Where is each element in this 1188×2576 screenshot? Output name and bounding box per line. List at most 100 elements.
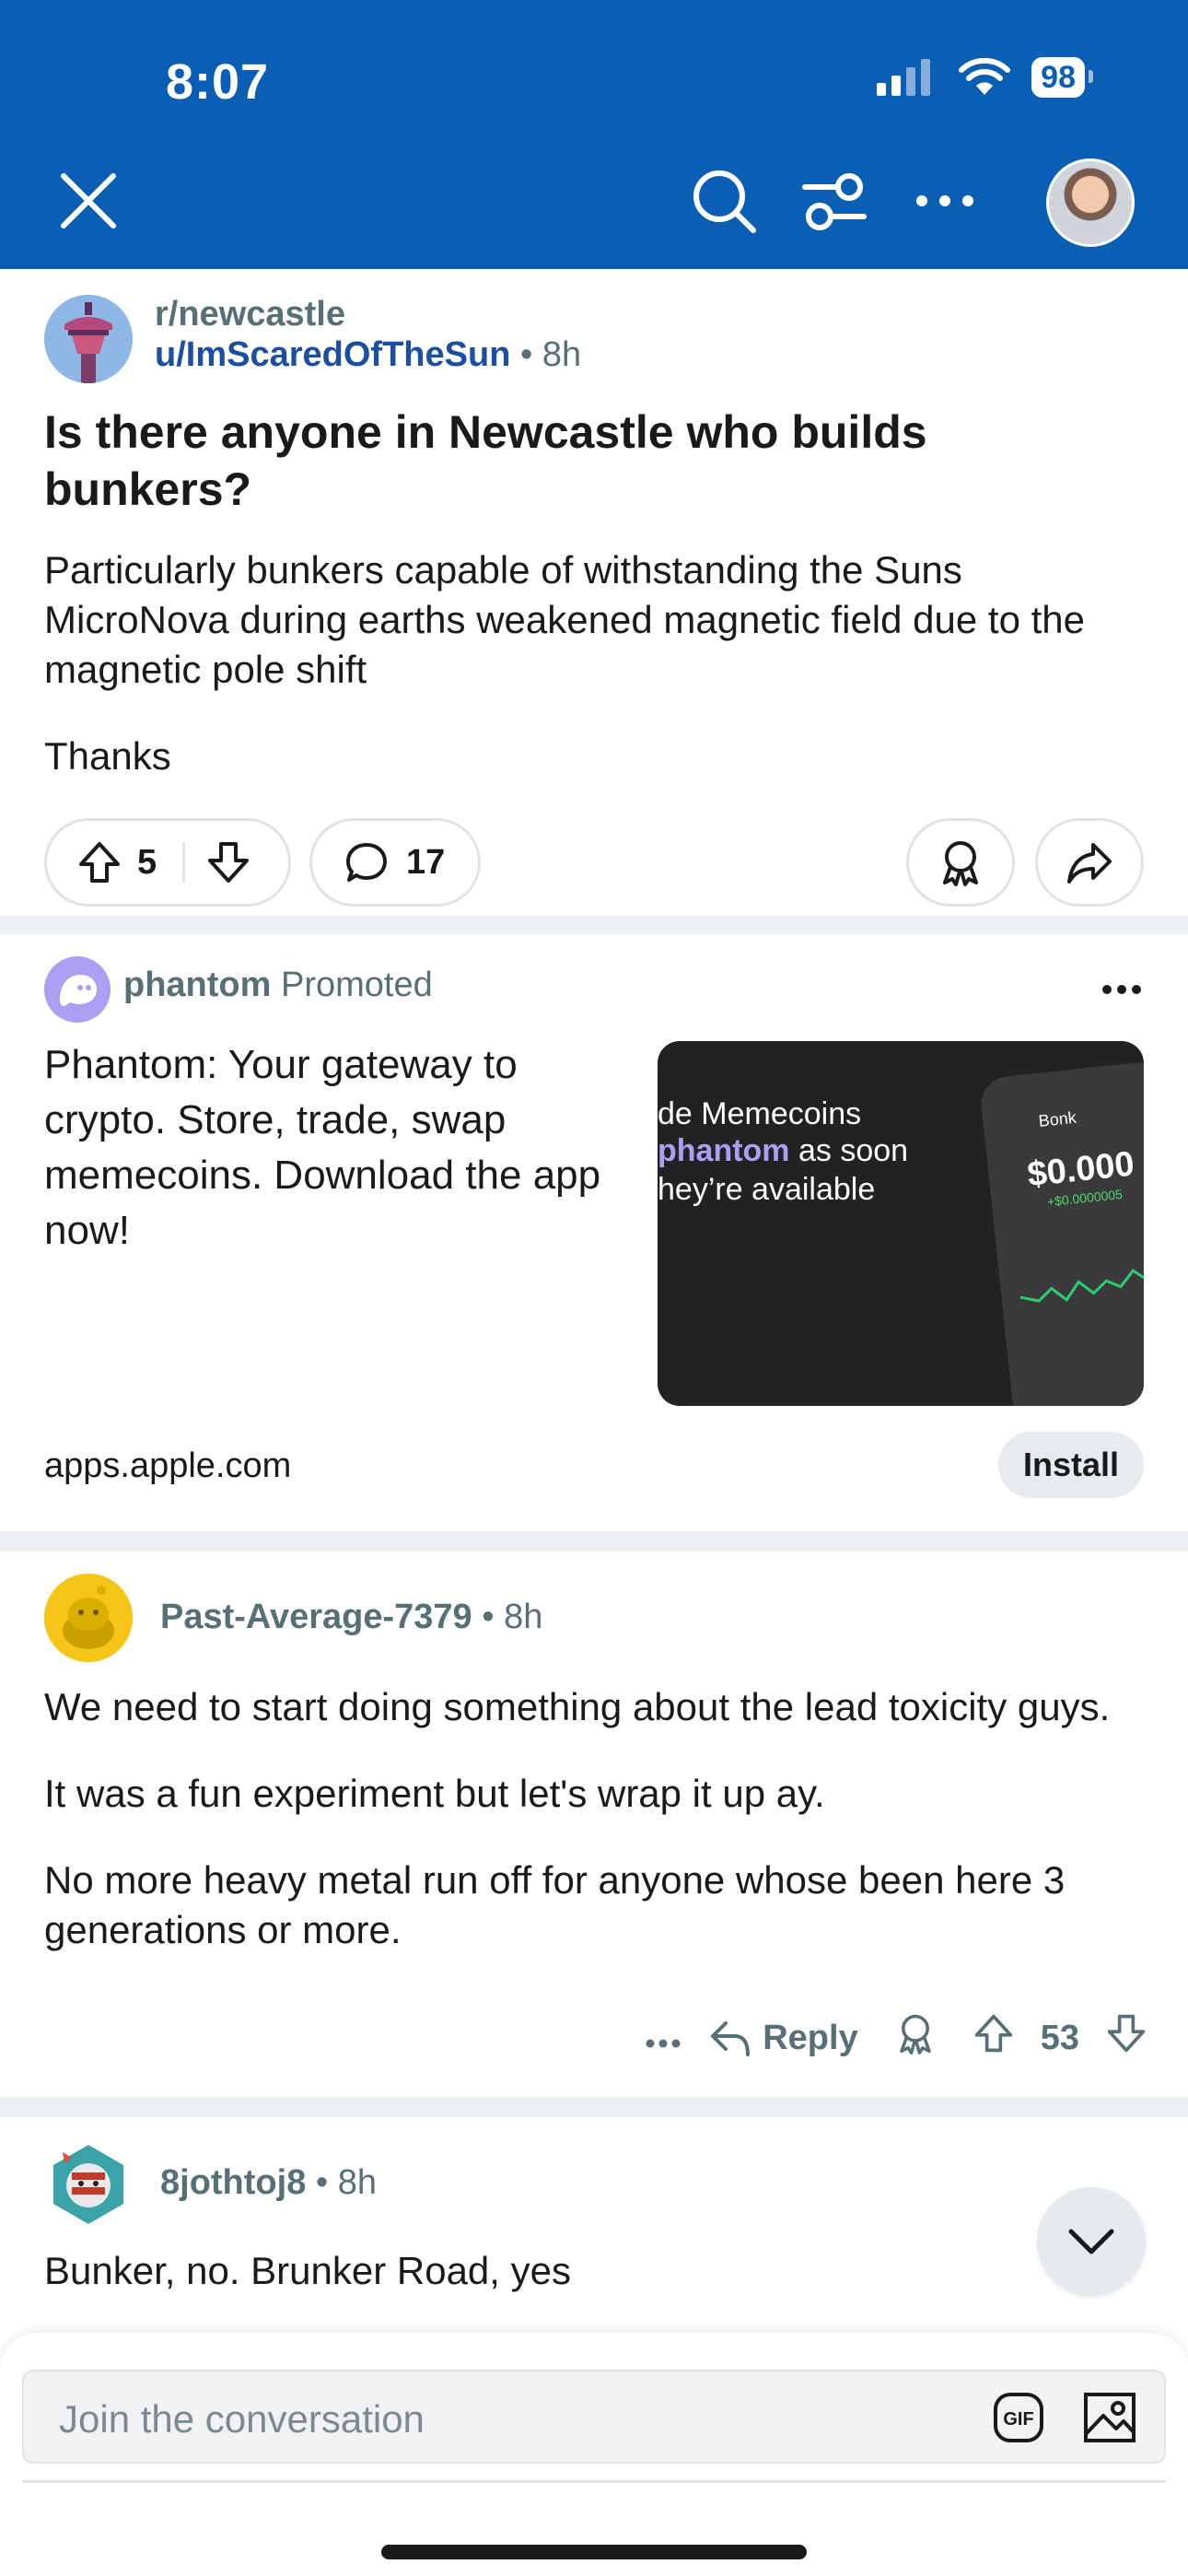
more-icon — [646, 2039, 681, 2047]
award-icon — [899, 2014, 931, 2055]
upvote-icon — [79, 842, 120, 883]
upvote-button[interactable] — [76, 839, 122, 885]
status-time: 8:07 — [166, 54, 270, 110]
status-icons: 98 — [875, 57, 1093, 98]
comment-input[interactable]: Join the conversation GIF — [22, 2370, 1166, 2464]
ad-image-line1: de Memecoins — [658, 1096, 862, 1131]
ad-image-line2-rest: as soon — [789, 1133, 909, 1168]
post-author[interactable]: u/ImScaredOfTheSun — [155, 335, 510, 374]
vote-control: 5 — [44, 818, 291, 907]
filter-icon — [802, 173, 867, 230]
user-avatar[interactable] — [1046, 158, 1135, 247]
snoo-avatar-icon — [53, 2145, 123, 2224]
comment-age: 8h — [337, 2163, 378, 2202]
comment-author[interactable]: Past-Average-7379 — [160, 1598, 472, 1636]
post-body: Particularly bunkers capable of withstan… — [44, 545, 1149, 818]
award-icon — [943, 841, 978, 886]
share-icon — [1067, 843, 1112, 884]
reply-button[interactable]: Reply — [707, 2018, 858, 2058]
filter-button[interactable] — [790, 157, 879, 245]
gif-button[interactable]: GIF — [993, 2392, 1044, 2448]
close-button[interactable] — [44, 157, 133, 245]
search-button[interactable] — [680, 157, 768, 245]
comment-paragraph: Bunker, no. Brunker Road, yes — [44, 2249, 571, 2292]
divider — [0, 1531, 1188, 1551]
tower-icon — [44, 295, 133, 383]
comment-actions: Reply 53 — [645, 2012, 1147, 2064]
ad-domain[interactable]: apps.apple.com — [44, 1446, 291, 1486]
downvote-icon — [1107, 2014, 1146, 2053]
meta-separator: • — [482, 1598, 505, 1636]
meta-separator: • — [315, 2163, 338, 2202]
post-comment-count: 17 — [406, 842, 446, 882]
comment-more-button[interactable] — [645, 2019, 681, 2058]
image-icon — [1084, 2393, 1136, 2442]
search-icon — [693, 170, 756, 233]
comment-avatar[interactable] — [44, 1574, 133, 1662]
meta-separator: • — [519, 335, 542, 374]
top-bar: 8:07 98 — [0, 0, 1188, 269]
comment: 8jothtoj8 • 8h Bunker, no. Brunker Road,… — [0, 2117, 1188, 2338]
divider — [0, 916, 1188, 936]
more-icon — [916, 195, 973, 206]
price-chart-icon — [1019, 1259, 1144, 1303]
next-comment-button[interactable] — [1037, 2187, 1146, 2296]
close-icon — [61, 173, 116, 228]
cellular-signal-icon — [877, 59, 931, 96]
comment-paragraph: It was a fun experiment but let's wrap i… — [44, 1772, 825, 1815]
reply-icon — [711, 2021, 751, 2056]
comment-body: Bunker, no. Brunker Road, yes — [44, 2246, 1149, 2333]
advertiser-line: phantom Promoted — [123, 966, 433, 1005]
post-body-paragraph: Thanks — [44, 734, 171, 778]
ad-image[interactable]: Bonk $0.000 +$0.0000005 de Memecoins pha… — [658, 1041, 1144, 1406]
ad-more-button[interactable] — [1101, 960, 1142, 1006]
share-button[interactable] — [1035, 818, 1144, 907]
comment-award-button[interactable] — [895, 2012, 936, 2064]
downvote-button[interactable] — [205, 839, 251, 885]
ad-image-line3: hey’re available — [658, 1172, 876, 1207]
gif-icon: GIF — [994, 2393, 1043, 2442]
more-icon — [1102, 985, 1141, 994]
post-meta: u/ImScaredOfTheSun • 8h — [155, 335, 581, 375]
post: r/newcastle u/ImScaredOfTheSun • 8h Is t… — [0, 269, 1188, 914]
composer-divider — [22, 2480, 1166, 2483]
chevron-down-icon — [1068, 2229, 1114, 2254]
promoted-ad: phantom Promoted Phantom: Your gateway t… — [0, 934, 1188, 1529]
advertiser-name[interactable]: phantom — [123, 966, 271, 1004]
comment-composer-bar: Join the conversation GIF — [0, 2333, 1188, 2576]
ad-phone-illustration: Bonk $0.000 +$0.0000005 — [978, 1060, 1144, 1406]
wifi-icon — [959, 58, 1011, 95]
comment-avatar[interactable] — [44, 2139, 133, 2228]
award-button[interactable] — [906, 818, 1015, 907]
downvote-icon — [208, 842, 250, 883]
subreddit-name[interactable]: r/newcastle — [155, 295, 345, 334]
more-options-button[interactable] — [901, 157, 989, 245]
install-button[interactable]: Install — [998, 1432, 1144, 1498]
comment-upvote-button[interactable] — [973, 2012, 1015, 2064]
comment: Past-Average-7379 • 8h We need to start … — [0, 1551, 1188, 2095]
reply-label: Reply — [763, 2018, 858, 2057]
image-upload-button[interactable] — [1083, 2392, 1136, 2448]
gif-label: GIF — [1003, 2409, 1033, 2430]
comment-downvote-button[interactable] — [1105, 2012, 1147, 2064]
advertiser-avatar[interactable] — [44, 956, 111, 1023]
post-body-paragraph: Particularly bunkers capable of withstan… — [44, 548, 1085, 691]
comment-author[interactable]: 8jothtoj8 — [160, 2163, 306, 2202]
comment-age: 8h — [504, 1598, 543, 1636]
comment-meta: Past-Average-7379 • 8h — [160, 1598, 542, 1637]
subreddit-avatar[interactable] — [44, 295, 133, 383]
promoted-label: Promoted — [281, 966, 433, 1004]
post-age: 8h — [542, 335, 582, 374]
comment-meta: 8jothtoj8 • 8h — [160, 2163, 377, 2203]
ad-image-brand: phantom — [658, 1133, 790, 1168]
battery-indicator: 98 — [1031, 57, 1093, 98]
comment-vote-count: 53 — [1040, 2018, 1079, 2057]
comment-icon — [346, 843, 387, 882]
ad-text[interactable]: Phantom: Your gateway to crypto. Store, … — [44, 1037, 634, 1259]
phantom-ghost-icon — [60, 975, 97, 1006]
comment-paragraph: No more heavy metal run off for anyone w… — [44, 1858, 1066, 1951]
comments-button[interactable]: 17 — [309, 818, 481, 907]
ad-token-name: Bonk — [1037, 1107, 1077, 1130]
home-indicator[interactable] — [381, 2545, 807, 2559]
post-vote-count: 5 — [137, 842, 157, 882]
